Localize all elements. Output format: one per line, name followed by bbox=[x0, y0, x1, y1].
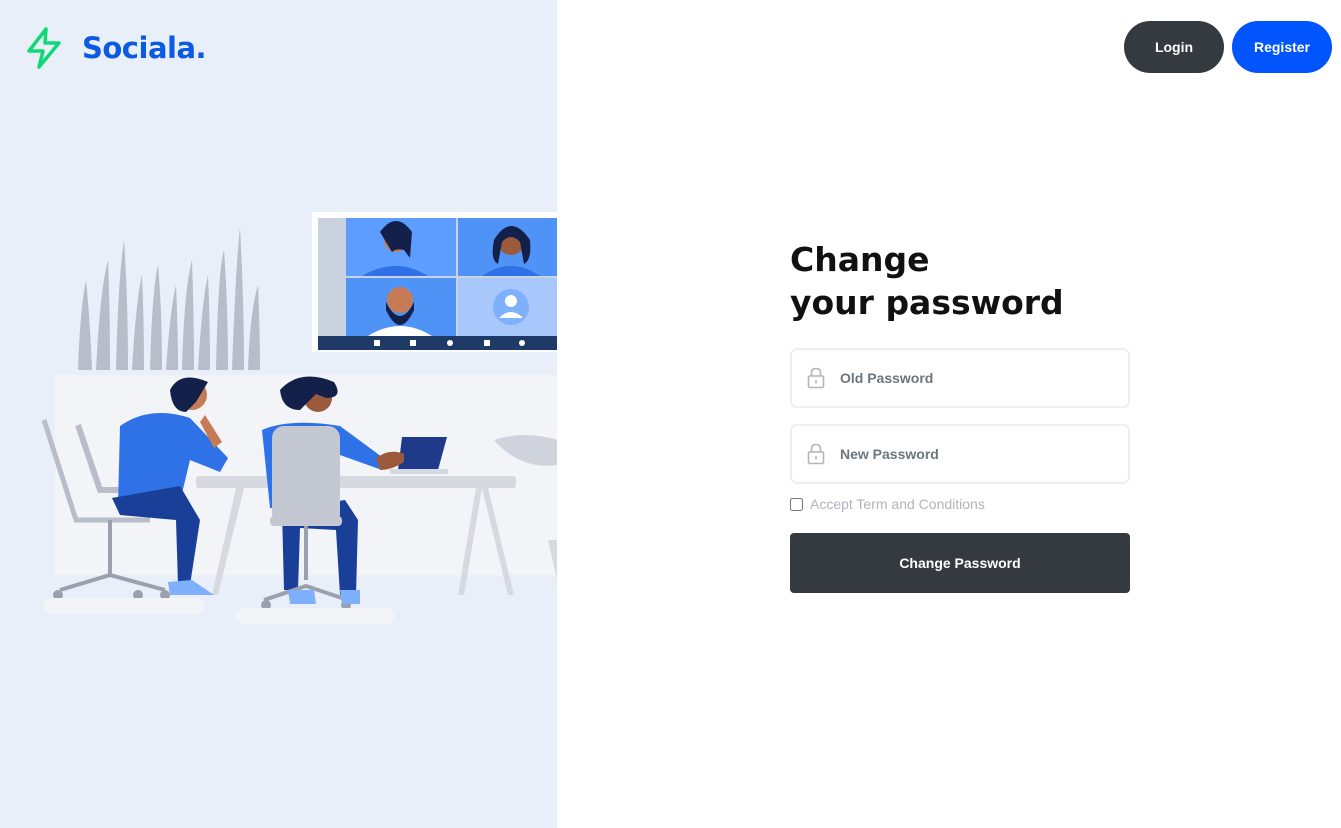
register-button[interactable]: Register bbox=[1232, 21, 1332, 73]
lock-icon bbox=[807, 367, 825, 389]
new-password-field bbox=[790, 424, 1130, 484]
lightning-bolt-icon bbox=[27, 27, 61, 69]
terms-checkbox[interactable] bbox=[790, 497, 803, 511]
login-button[interactable]: Login bbox=[1124, 21, 1224, 73]
brand-name: Sociala. bbox=[82, 31, 207, 65]
brand-logo-link[interactable]: Sociala. bbox=[24, 26, 207, 70]
old-password-input[interactable] bbox=[792, 350, 1128, 406]
video-meeting-illustration bbox=[0, 212, 557, 650]
title-line-1: Change bbox=[790, 240, 930, 279]
terms-row: Accept Term and Conditions bbox=[790, 496, 1130, 512]
change-password-button[interactable]: Change Password bbox=[790, 533, 1130, 593]
old-password-field bbox=[790, 348, 1130, 408]
title-line-2: your password bbox=[790, 283, 1064, 322]
illustration-panel: Sociala. bbox=[0, 0, 557, 828]
change-password-page: Sociala. Login Register Change your pass… bbox=[0, 0, 1341, 828]
new-password-input[interactable] bbox=[792, 426, 1128, 482]
terms-label[interactable]: Accept Term and Conditions bbox=[810, 496, 985, 512]
page-title: Change your password bbox=[790, 238, 1130, 324]
lock-icon bbox=[807, 443, 825, 465]
change-password-form: Change your password Accept Term and Con… bbox=[790, 238, 1130, 593]
